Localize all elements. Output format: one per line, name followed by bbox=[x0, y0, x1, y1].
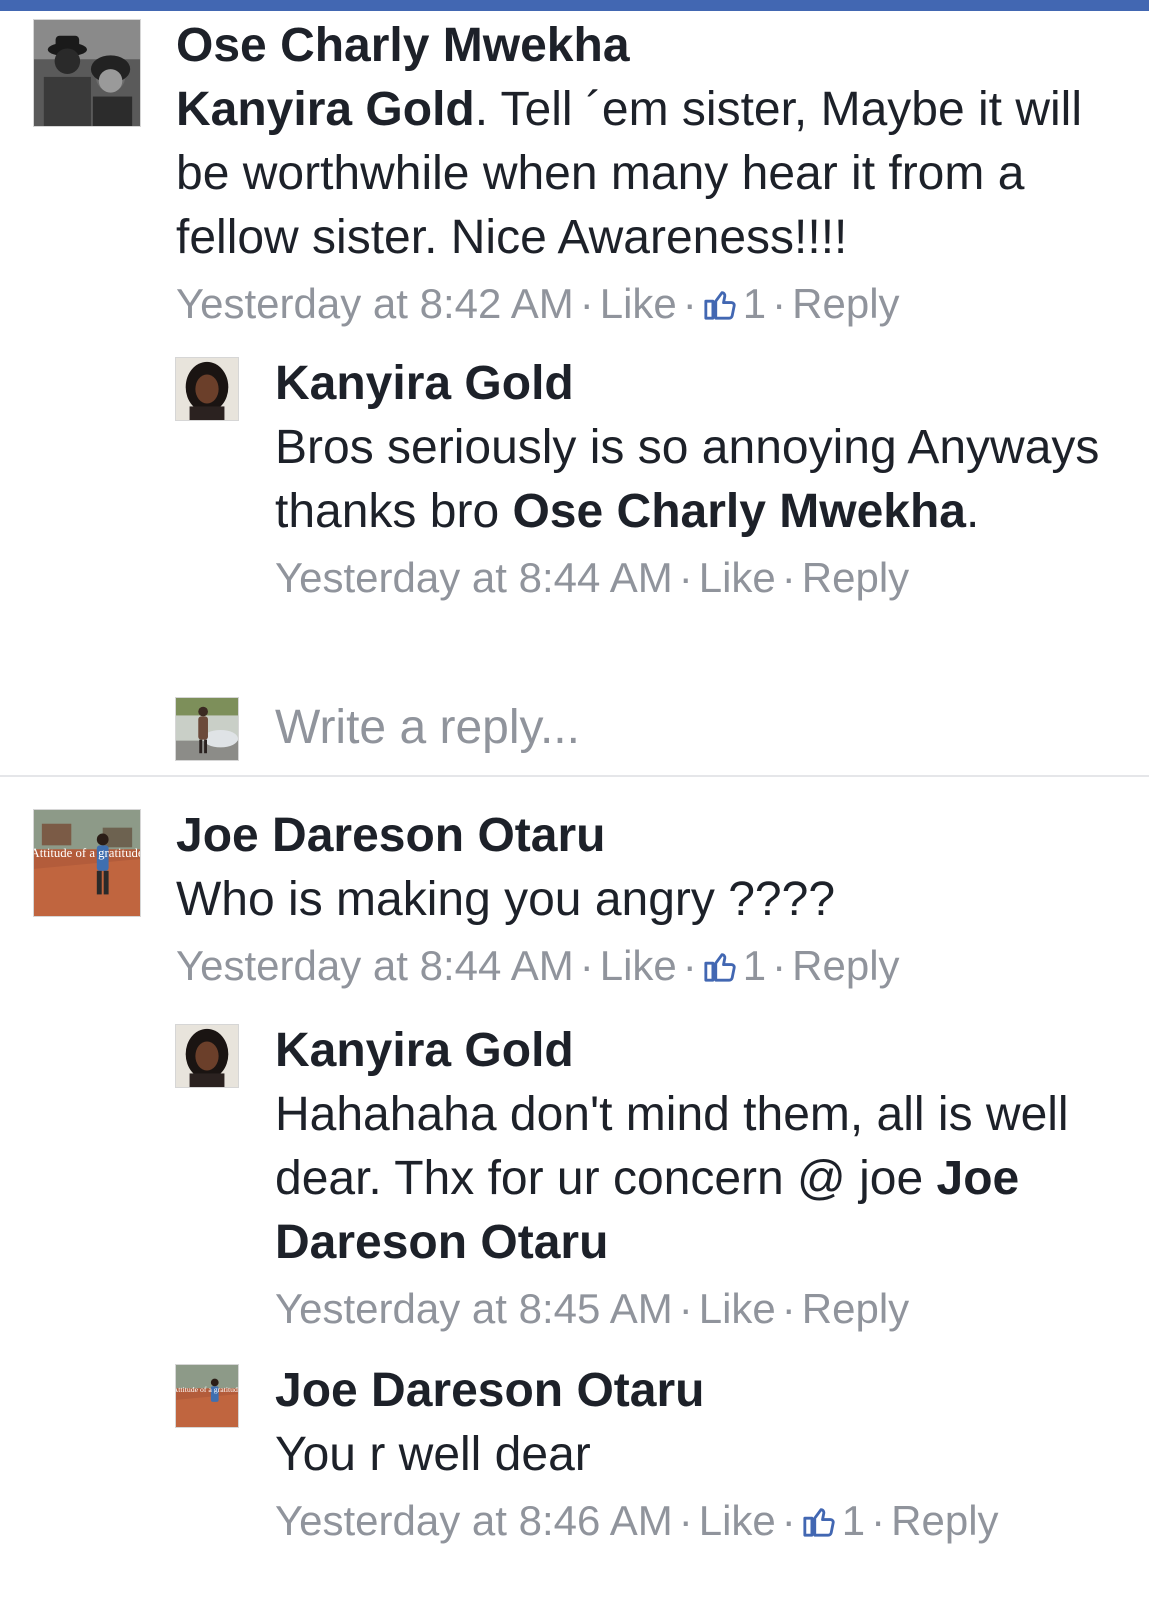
timestamp[interactable]: Yesterday at 8:44 AM bbox=[275, 554, 673, 601]
avatar[interactable] bbox=[33, 19, 141, 127]
avatar[interactable] bbox=[175, 1024, 239, 1088]
reply-button[interactable]: Reply bbox=[802, 1285, 909, 1332]
like-button[interactable]: Like bbox=[600, 280, 677, 327]
timestamp[interactable]: Yesterday at 8:45 AM bbox=[275, 1285, 673, 1332]
comment-text: Kanyira Gold. Tell ´em sister, Maybe it … bbox=[176, 83, 1082, 264]
mention-link[interactable]: Ose Charly Mwekha bbox=[512, 485, 966, 538]
mention-link[interactable]: Kanyira Gold bbox=[176, 83, 475, 136]
comment-divider bbox=[0, 775, 1149, 777]
reaction-count[interactable]: 1 bbox=[802, 1497, 865, 1544]
like-button[interactable]: Like bbox=[699, 1497, 776, 1544]
comment-text: Hahahaha don't mind them, all is well de… bbox=[275, 1088, 1069, 1269]
comment-reply: Kanyira Gold Bros seriously is so annoyi… bbox=[275, 352, 1105, 606]
timestamp[interactable]: Yesterday at 8:46 AM bbox=[275, 1497, 673, 1544]
comment-reply: Joe Dareson Otaru You r well dear Yester… bbox=[275, 1359, 1105, 1549]
avatar[interactable]: Attitude of a gratitude bbox=[175, 1364, 239, 1428]
like-button[interactable]: Like bbox=[699, 1285, 776, 1332]
avatar-caption: Attitude of a gratitude bbox=[176, 1385, 238, 1394]
timestamp[interactable]: Yesterday at 8:44 AM bbox=[176, 942, 574, 989]
reply-button[interactable]: Reply bbox=[891, 1497, 998, 1544]
comment-text: Bros seriously is so annoying Anyways th… bbox=[275, 421, 1100, 538]
comment-text: You r well dear bbox=[275, 1428, 591, 1481]
comment-meta: Yesterday at 8:45 AM · Like · Reply bbox=[275, 1285, 910, 1332]
top-nav-bar bbox=[0, 0, 1149, 11]
comment-meta: Yesterday at 8:44 AM · Like · 1 · Reply bbox=[176, 942, 900, 989]
current-user-avatar bbox=[175, 697, 239, 761]
reaction-count[interactable]: 1 bbox=[703, 280, 766, 327]
reaction-count[interactable]: 1 bbox=[703, 942, 766, 989]
avatar[interactable]: Attitude of a gratitude bbox=[33, 809, 141, 917]
avatar[interactable] bbox=[175, 357, 239, 421]
comment-text: Who is making you angry ???? bbox=[176, 873, 836, 926]
comment: Joe Dareson Otaru Who is making you angr… bbox=[176, 804, 1116, 994]
timestamp[interactable]: Yesterday at 8:42 AM bbox=[176, 280, 574, 327]
reply-button[interactable]: Reply bbox=[802, 554, 909, 601]
comment-reply: Kanyira Gold Hahahaha don't mind them, a… bbox=[275, 1019, 1105, 1337]
comment-meta: Yesterday at 8:42 AM · Like · 1 · Reply bbox=[176, 280, 900, 327]
reply-button[interactable]: Reply bbox=[792, 280, 899, 327]
thumbs-up-icon bbox=[704, 291, 736, 320]
reply-button[interactable]: Reply bbox=[792, 942, 899, 989]
comment-meta: Yesterday at 8:46 AM · Like · 1 · Reply bbox=[275, 1497, 999, 1544]
comment: Ose Charly Mwekha Kanyira Gold. Tell ´em… bbox=[176, 14, 1116, 332]
like-button[interactable]: Like bbox=[600, 942, 677, 989]
thumbs-up-icon bbox=[803, 1508, 835, 1537]
comment-author[interactable]: Joe Dareson Otaru bbox=[275, 1359, 1105, 1423]
write-reply-input[interactable]: Write a reply... bbox=[275, 696, 580, 760]
comment-author[interactable]: Kanyira Gold bbox=[275, 352, 1105, 416]
thumbs-up-icon bbox=[704, 953, 736, 982]
comment-author[interactable]: Joe Dareson Otaru bbox=[176, 804, 1116, 868]
like-button[interactable]: Like bbox=[699, 554, 776, 601]
comment-author[interactable]: Kanyira Gold bbox=[275, 1019, 1105, 1083]
comment-meta: Yesterday at 8:44 AM · Like · Reply bbox=[275, 554, 910, 601]
avatar-caption: Attitude of a gratitude bbox=[34, 846, 140, 860]
comment-author[interactable]: Ose Charly Mwekha bbox=[176, 14, 1116, 78]
